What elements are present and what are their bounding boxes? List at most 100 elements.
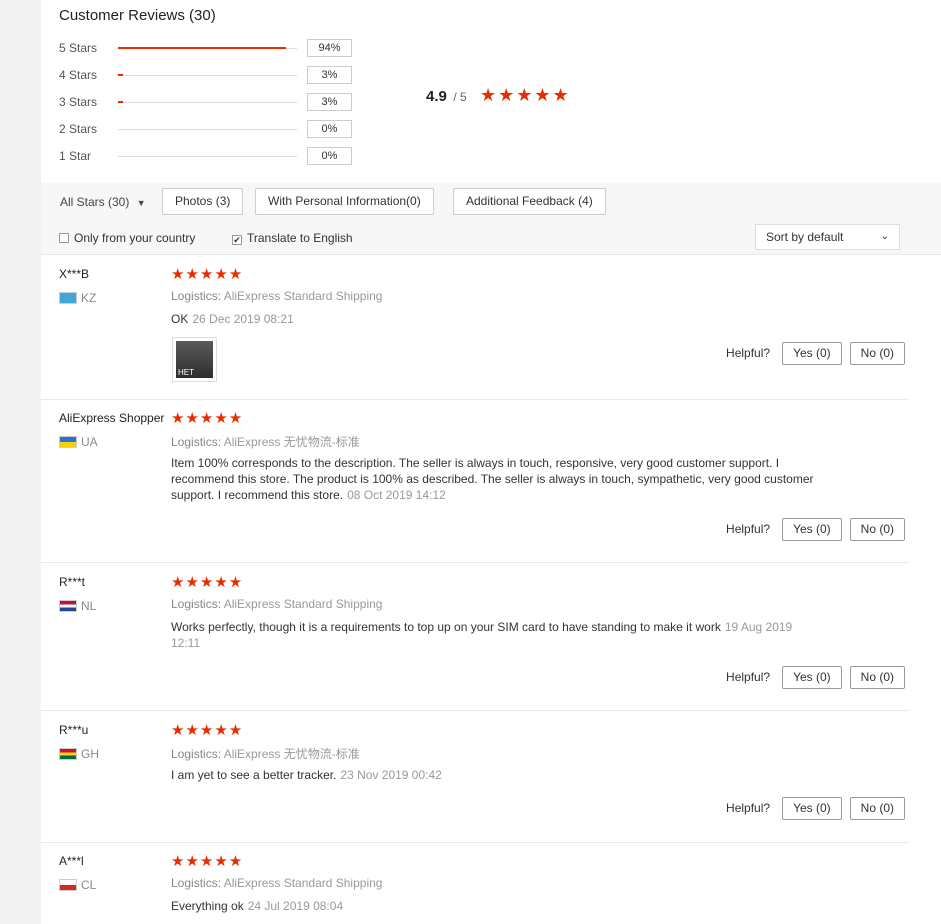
- rating-track: [118, 129, 297, 130]
- reviewer-name: R***u: [59, 723, 89, 737]
- helpful-controls: Helpful? Yes (0) No (0): [726, 518, 905, 541]
- rating-label: 5 Stars: [59, 41, 98, 55]
- helpful-yes-button[interactable]: Yes (0): [782, 518, 842, 541]
- reviewer-name: R***t: [59, 575, 86, 589]
- review-stars-icon: ★★★★★: [171, 722, 244, 739]
- rating-percent: 0%: [307, 120, 352, 138]
- reviewer-name: A***l: [59, 854, 84, 868]
- personal-info-filter-button[interactable]: With Personal Information(0): [255, 188, 434, 215]
- helpful-yes-button[interactable]: Yes (0): [782, 342, 842, 365]
- rating-label: 3 Stars: [59, 95, 98, 109]
- checkbox-checked-icon: ✔: [232, 235, 242, 245]
- review-text: I am yet to see a better tracker. 23 Nov …: [171, 767, 821, 783]
- logistics-label: Logistics:: [171, 289, 222, 303]
- helpful-no-button[interactable]: No (0): [849, 518, 905, 541]
- sort-select[interactable]: Sort by default ⌄: [755, 224, 900, 250]
- additional-feedback-filter-button[interactable]: Additional Feedback (4): [453, 188, 606, 215]
- rating-fill: [118, 101, 124, 103]
- review-date: 24 Jul 2019 08:04: [247, 899, 344, 913]
- rating-percent: 94%: [307, 39, 352, 57]
- review-body: Works perfectly, though it is a requirem…: [171, 620, 721, 634]
- review-stars-icon: ★★★★★: [171, 853, 244, 870]
- rating-percent: 3%: [307, 66, 352, 84]
- helpful-no-button[interactable]: No (0): [849, 797, 905, 820]
- review-item: R***u GH ★★★★★ Logistics: AliExpress 无忧物…: [41, 722, 909, 843]
- review-date: 08 Oct 2019 14:12: [347, 488, 446, 502]
- rating-label: 1 Star: [59, 149, 92, 163]
- country-code: CL: [81, 878, 97, 892]
- flag-ua-icon: [59, 436, 77, 448]
- logistics-value: AliExpress Standard Shipping: [223, 597, 383, 611]
- review-body: Everything ok: [171, 899, 244, 913]
- filter-bar: All Stars (30) ▼ Photos (3) With Persona…: [41, 183, 941, 255]
- review-date: 23 Nov 2019 00:42: [340, 768, 442, 782]
- review-photo-thumbnail[interactable]: НЕТ: [172, 337, 217, 382]
- review-item: A***l CL ★★★★★ Logistics: AliExpress Sta…: [41, 853, 909, 924]
- logistics-info: Logistics: AliExpress 无忧物流-标准: [171, 745, 360, 762]
- all-stars-dropdown[interactable]: All Stars (30) ▼: [60, 195, 146, 209]
- logistics-info: Logistics: AliExpress Standard Shipping: [171, 597, 382, 611]
- rating-percent: 3%: [307, 93, 352, 111]
- flag-kz-icon: [59, 292, 77, 304]
- all-stars-label: All Stars (30): [60, 195, 130, 209]
- flag-nl-icon: [59, 600, 77, 612]
- flag-gh-icon: [59, 748, 77, 760]
- translate-checkbox[interactable]: ✔ Translate to English: [232, 231, 353, 245]
- country-code: UA: [81, 435, 98, 449]
- helpful-no-button[interactable]: No (0): [849, 666, 905, 689]
- review-photo-caption: НЕТ: [178, 368, 194, 377]
- reviewer-country: UA: [59, 435, 98, 449]
- rating-row-1[interactable]: 1 Star 0%: [59, 147, 379, 167]
- review-text: Item 100% corresponds to the description…: [171, 455, 821, 503]
- helpful-yes-button[interactable]: Yes (0): [782, 797, 842, 820]
- translate-label: Translate to English: [247, 231, 353, 245]
- reviews-title: Customer Reviews (30): [59, 7, 216, 24]
- helpful-controls: Helpful? Yes (0) No (0): [726, 666, 905, 689]
- only-country-checkbox[interactable]: Only from your country: [59, 231, 195, 245]
- helpful-label: Helpful?: [726, 346, 771, 360]
- reviewer-country: GH: [59, 747, 99, 761]
- review-stars-icon: ★★★★★: [171, 410, 244, 427]
- review-text: OK 26 Dec 2019 08:21: [171, 311, 821, 327]
- average-rating: 4.9 / 5 ★★★★★: [426, 85, 569, 106]
- reviewer-country: CL: [59, 878, 96, 892]
- review-item: X***B KZ ★★★★★ Logistics: AliExpress Sta…: [41, 266, 909, 400]
- country-code: GH: [81, 747, 99, 761]
- rating-row-4[interactable]: 4 Stars 3%: [59, 66, 379, 86]
- logistics-label: Logistics:: [171, 876, 222, 890]
- helpful-controls: Helpful? Yes (0) No (0): [726, 797, 905, 820]
- logistics-value: AliExpress 无忧物流-标准: [223, 747, 360, 761]
- review-text: Everything ok 24 Jul 2019 08:04: [171, 898, 821, 914]
- rating-percent: 0%: [307, 147, 352, 165]
- rating-track: [118, 74, 297, 76]
- review-date: 26 Dec 2019 08:21: [192, 312, 294, 326]
- helpful-no-button[interactable]: No (0): [849, 342, 905, 365]
- rating-label: 4 Stars: [59, 68, 98, 82]
- only-country-label: Only from your country: [74, 231, 196, 245]
- logistics-value: AliExpress Standard Shipping: [223, 876, 383, 890]
- logistics-label: Logistics:: [171, 747, 222, 761]
- helpful-yes-button[interactable]: Yes (0): [782, 666, 842, 689]
- logistics-value: AliExpress 无忧物流-标准: [223, 435, 360, 449]
- flag-cl-icon: [59, 879, 77, 891]
- logistics-label: Logistics:: [171, 435, 222, 449]
- logistics-value: AliExpress Standard Shipping: [223, 289, 383, 303]
- photos-filter-button[interactable]: Photos (3): [162, 188, 244, 215]
- rating-track: [118, 156, 297, 157]
- average-stars-icon: ★★★★★: [480, 85, 571, 105]
- rating-row-3[interactable]: 3 Stars 3%: [59, 93, 379, 113]
- rating-fill: [118, 74, 124, 76]
- sort-label: Sort by default: [766, 230, 844, 244]
- reviews-panel: Customer Reviews (30) 5 Stars 94% 4 Star…: [41, 0, 941, 924]
- helpful-label: Helpful?: [726, 801, 771, 815]
- rating-row-2[interactable]: 2 Stars 0%: [59, 120, 379, 140]
- reviewer-name: X***B: [59, 267, 90, 281]
- logistics-label: Logistics:: [171, 597, 222, 611]
- rating-row-5[interactable]: 5 Stars 94%: [59, 39, 379, 59]
- helpful-label: Helpful?: [726, 522, 771, 536]
- review-body: OK: [171, 312, 189, 326]
- logistics-info: Logistics: AliExpress 无忧物流-标准: [171, 433, 360, 450]
- logistics-info: Logistics: AliExpress Standard Shipping: [171, 289, 382, 303]
- helpful-label: Helpful?: [726, 670, 771, 684]
- rating-label: 2 Stars: [59, 122, 98, 136]
